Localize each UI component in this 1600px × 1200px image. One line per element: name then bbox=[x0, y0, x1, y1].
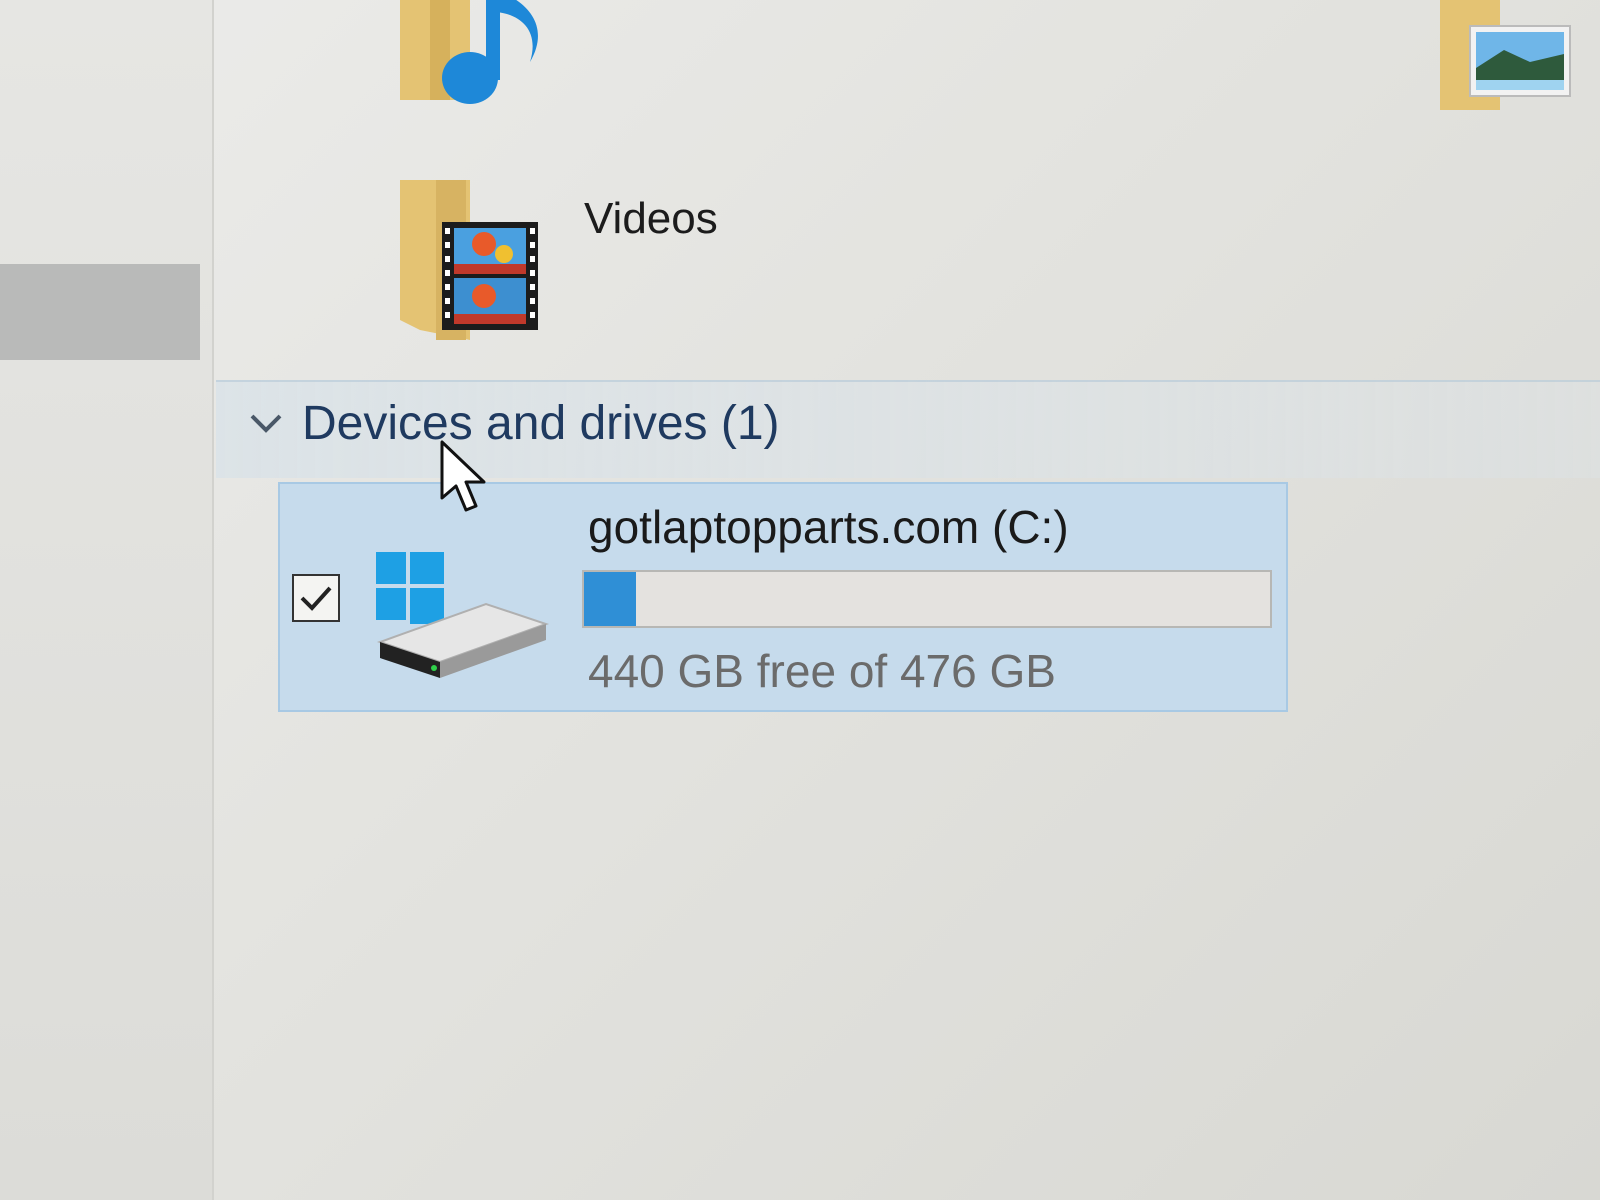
folder-item-music[interactable]: Music bbox=[400, 0, 800, 120]
drive-name: gotlaptopparts.com (C:) bbox=[588, 501, 1069, 553]
mouse-cursor-icon bbox=[440, 440, 486, 512]
drive-free-space: 440 GB free of 476 GB bbox=[588, 645, 1056, 697]
windows-drive-icon bbox=[376, 552, 550, 678]
drive-usage-bar bbox=[582, 570, 1272, 628]
devices-and-drives-title: Devices and drives (1) bbox=[302, 397, 780, 450]
folder-label-videos: Videos bbox=[584, 194, 718, 243]
folder-item-pictures[interactable] bbox=[1440, 0, 1600, 120]
file-explorer-window: Music Videos bbox=[0, 0, 1600, 1200]
checkmark-icon bbox=[300, 586, 332, 611]
devices-and-drives-header[interactable]: Devices and drives (1) bbox=[216, 380, 1600, 478]
music-folder-icon bbox=[400, 0, 538, 104]
drive-checkbox[interactable] bbox=[292, 574, 340, 622]
nav-selected-item[interactable] bbox=[0, 264, 200, 360]
navigation-pane[interactable] bbox=[0, 0, 214, 1200]
folder-label-music: Music bbox=[576, 0, 691, 10]
folder-item-videos[interactable]: Videos bbox=[400, 180, 800, 350]
drive-usage-fill bbox=[584, 572, 636, 626]
chevron-down-icon[interactable] bbox=[246, 408, 286, 440]
drive-c-tile[interactable]: gotlaptopparts.com (C:) 440 GB free of 4… bbox=[278, 482, 1288, 712]
pictures-folder-icon bbox=[1440, 0, 1571, 110]
videos-folder-icon bbox=[400, 180, 538, 340]
